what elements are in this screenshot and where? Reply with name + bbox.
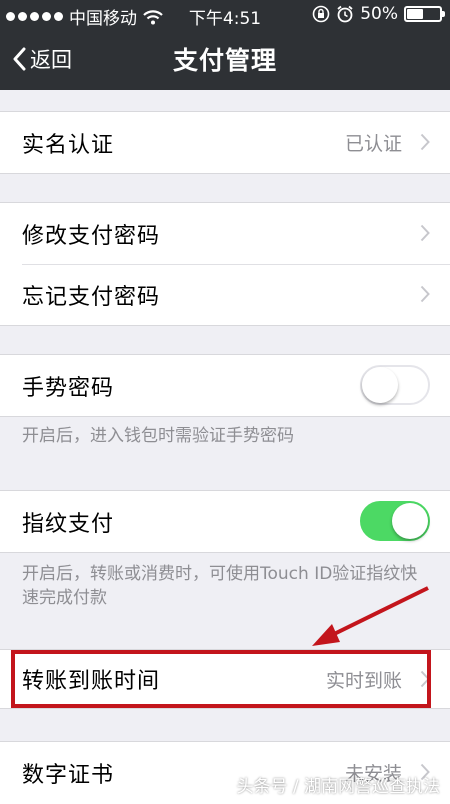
alarm-icon xyxy=(337,5,353,23)
row-fingerprint-pay: 指纹支付 xyxy=(0,491,450,552)
group-verification: 实名认证 已认证 xyxy=(0,111,450,174)
row-change-password[interactable]: 修改支付密码 xyxy=(0,203,450,264)
chevron-right-icon xyxy=(420,224,430,242)
gesture-password-toggle[interactable] xyxy=(360,365,430,405)
change-password-label: 修改支付密码 xyxy=(22,223,161,249)
chevron-right-icon xyxy=(420,133,430,151)
row-realname-verification[interactable]: 实名认证 已认证 xyxy=(0,112,450,173)
gesture-hint: 开启后，进入钱包时需验证手势密码 xyxy=(22,426,294,446)
chevron-right-icon xyxy=(420,285,430,303)
forgot-password-label: 忘记支付密码 xyxy=(22,284,161,310)
group-password: 修改支付密码 忘记支付密码 xyxy=(0,202,450,326)
group-gesture: 手势密码 xyxy=(0,354,450,417)
gesture-password-label: 手势密码 xyxy=(22,375,115,401)
row-forgot-password[interactable]: 忘记支付密码 xyxy=(0,264,450,325)
highlight-box xyxy=(11,650,431,708)
page-title: 支付管理 xyxy=(172,46,277,75)
fingerprint-pay-toggle[interactable] xyxy=(360,501,430,541)
status-right-group: 50% xyxy=(312,4,445,24)
battery-percent: 50% xyxy=(360,4,398,24)
row-gesture-password: 手势密码 xyxy=(0,355,450,416)
group-fingerprint: 指纹支付 xyxy=(0,490,450,553)
realname-label: 实名认证 xyxy=(22,132,115,158)
watermark: 头条号 / 湖南网警巡查执法 xyxy=(236,777,440,797)
certificate-label: 数字证书 xyxy=(22,762,115,788)
toggle-knob xyxy=(392,503,428,539)
realname-status: 已认证 xyxy=(344,133,402,155)
battery-icon xyxy=(404,6,445,22)
rotation-lock-icon xyxy=(312,5,330,23)
status-bar: 中国移动 下午4:51 50% xyxy=(0,0,450,30)
navigation-bar: 中国移动 下午4:51 50% 返回 支付管理 xyxy=(0,0,450,90)
fingerprint-hint: 开启后，转账或消费时，可使用Touch ID验证指纹快速完成付款 xyxy=(22,564,418,608)
fingerprint-pay-label: 指纹支付 xyxy=(22,511,115,537)
toggle-knob xyxy=(362,367,398,403)
